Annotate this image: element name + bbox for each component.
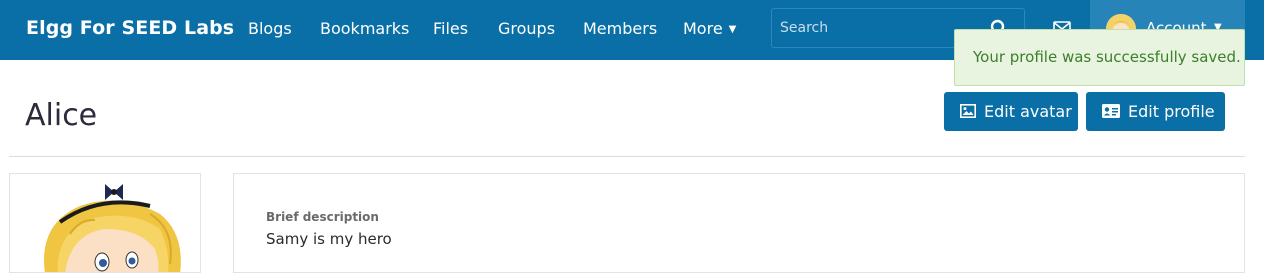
edit-profile-button[interactable]: Edit profile xyxy=(1086,92,1225,131)
search-input[interactable] xyxy=(772,9,982,47)
profile-details-panel: Brief description Samy is my hero xyxy=(233,173,1245,273)
edit-avatar-label: Edit avatar xyxy=(984,102,1072,121)
page-title: Alice xyxy=(25,98,98,133)
nav-item-members[interactable]: Members xyxy=(583,19,657,38)
nav-item-groups[interactable]: Groups xyxy=(498,19,555,38)
success-flash-message[interactable]: Your profile was successfully saved. xyxy=(954,29,1245,86)
site-brand[interactable]: Elgg For SEED Labs xyxy=(26,17,234,39)
nav-item-files[interactable]: Files xyxy=(433,19,468,38)
id-card-icon xyxy=(1102,104,1120,118)
image-icon xyxy=(960,104,976,118)
profile-avatar-image xyxy=(10,174,200,272)
nav-more-label: More xyxy=(683,19,723,38)
brief-description-label: Brief description xyxy=(266,210,379,224)
edit-avatar-button[interactable]: Edit avatar xyxy=(944,92,1078,131)
chevron-down-icon: ▼ xyxy=(728,24,737,35)
nav-item-more[interactable]: More ▼ xyxy=(683,19,736,38)
nav-item-blogs[interactable]: Blogs xyxy=(248,19,292,38)
title-divider xyxy=(9,156,1245,157)
nav-item-bookmarks[interactable]: Bookmarks xyxy=(320,19,409,38)
edit-profile-label: Edit profile xyxy=(1128,102,1215,121)
profile-avatar[interactable] xyxy=(9,173,201,273)
brief-description-value: Samy is my hero xyxy=(266,230,392,248)
flash-message-text: Your profile was successfully saved. xyxy=(973,48,1241,66)
